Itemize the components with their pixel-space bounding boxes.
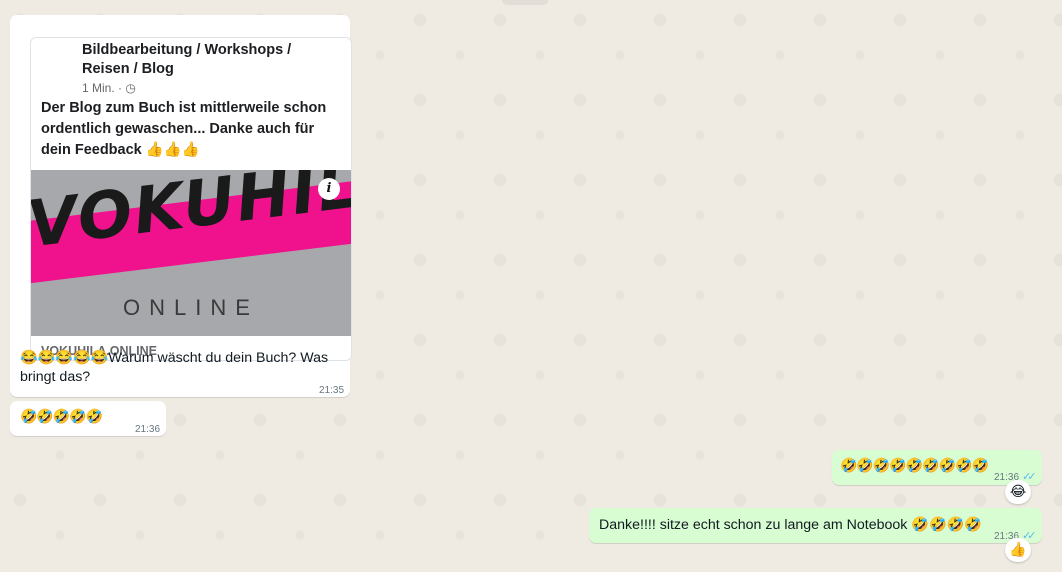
message-text: 😂😂😂😂😂Warum wäscht du dein Buch? Was brin… (20, 350, 329, 385)
message-text: 🤣🤣🤣🤣🤣 (20, 409, 103, 425)
outgoing-message[interactable]: 🤣🤣🤣🤣🤣🤣🤣🤣🤣 21:36 ✓✓ (832, 450, 1042, 485)
info-icon[interactable]: i (318, 178, 340, 200)
preview-meta: 1 Min. · ◷ (82, 81, 136, 95)
preview-image: VOKUHILA ONLINE i (31, 170, 351, 336)
outgoing-message[interactable]: Danke!!!! sitze echt schon zu lange am N… (589, 508, 1042, 543)
incoming-message[interactable]: Bildbearbeitung / Workshops / Reisen / B… (10, 15, 352, 397)
preview-logo-text: VOKUHILA (31, 170, 351, 262)
message-time: 21:36 (135, 424, 161, 435)
message-time: 21:35 (319, 385, 345, 396)
incoming-message[interactable]: 🤣🤣🤣🤣🤣 21:36 (10, 401, 166, 436)
message-text: 🤣🤣🤣🤣🤣🤣🤣🤣🤣 (840, 458, 989, 474)
preview-body: Der Blog zum Buch ist mittlerweile schon… (41, 100, 327, 158)
reaction-badge[interactable]: 👍 (1005, 538, 1031, 562)
date-header-tab (502, 0, 548, 5)
preview-logo-subtitle: ONLINE (123, 295, 259, 320)
message-text: Danke!!!! sitze echt schon zu lange am N… (599, 517, 982, 533)
preview-title: Bildbearbeitung / Workshops / Reisen / B… (82, 42, 292, 77)
reaction-badge[interactable]: 😂 (1005, 480, 1031, 504)
link-preview[interactable]: Bildbearbeitung / Workshops / Reisen / B… (30, 37, 352, 361)
